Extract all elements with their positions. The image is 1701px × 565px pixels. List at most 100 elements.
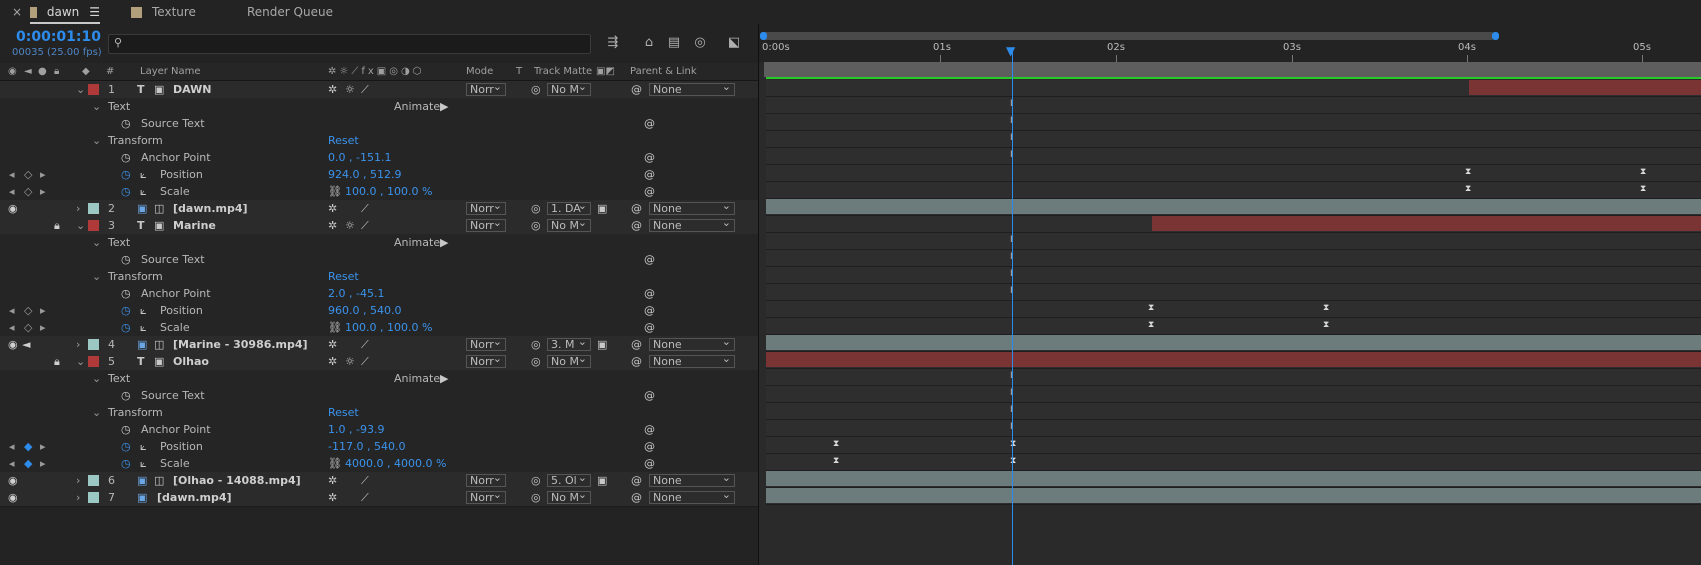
parent-dropdown[interactable]: None — [649, 353, 735, 368]
matte-source-icon[interactable]: ▣ — [597, 202, 607, 215]
property-value[interactable]: -117.0 , 540.0 — [328, 440, 405, 453]
property-row[interactable]: ◂ ◇ ▸ ◷ ⟀ Scale ⛓ 100.0 , 100.0 % @ — [0, 319, 758, 337]
mode-dropdown[interactable]: Norr — [466, 200, 506, 215]
visibility-toggle-icon[interactable]: ◉ — [8, 474, 18, 487]
stopwatch-icon[interactable]: ◷ — [121, 168, 131, 181]
layer-name[interactable]: [dawn.mp4] — [173, 202, 248, 215]
prev-keyframe-icon[interactable]: ◂ — [9, 185, 15, 198]
property-row[interactable]: ◂ ◇ ▸ ◷ ⟀ Scale ⛓ 100.0 , 100.0 % @ — [0, 183, 758, 201]
prev-keyframe-icon[interactable]: ◂ — [9, 457, 15, 470]
stopwatch-icon[interactable]: ◷ — [121, 117, 131, 130]
constrain-proportions-icon[interactable]: ⛓ — [328, 321, 342, 334]
quality-switch-icon[interactable]: ⟋ — [361, 355, 369, 369]
stopwatch-icon[interactable]: ◷ — [121, 440, 131, 453]
animate-label[interactable]: Animate: — [394, 236, 444, 249]
visibility-toggle-icon[interactable]: ◉ — [8, 491, 18, 504]
property-value[interactable]: 1.0 , -93.9 — [328, 423, 384, 436]
pick-whip-icon[interactable]: @ — [631, 83, 642, 96]
stopwatch-icon[interactable]: ◷ — [121, 253, 131, 266]
track-matte-dropdown[interactable]: 5. Ol — [547, 472, 591, 487]
label-color-swatch[interactable] — [88, 339, 99, 350]
add-keyframe-icon[interactable]: ◆ — [24, 457, 32, 470]
property-row[interactable]: ◂ ◆ ▸ ◷ ⟀ Scale ⛓ 4000.0 , 4000.0 % @ — [0, 455, 758, 473]
constrain-proportions-icon[interactable]: ⛓ — [328, 457, 342, 470]
graph-editor-icon[interactable]: ⬕ — [725, 34, 743, 52]
matte-source-icon[interactable]: ▣ — [597, 474, 607, 487]
next-keyframe-icon[interactable]: ▸ — [40, 168, 46, 181]
quality-switch-icon[interactable]: ⟋ — [361, 83, 369, 97]
flowchart-icon[interactable]: ⇶ — [604, 34, 622, 52]
keyframe-icon[interactable]: ⧗ — [833, 456, 839, 466]
pick-whip-icon[interactable]: @ — [631, 219, 642, 232]
property-value[interactable]: 924.0 , 512.9 — [328, 168, 401, 181]
layer-row[interactable]: ⌄ 1 T ▣ DAWN ✲ ☼ ⟋ Norr ◎ No M @ None — [0, 81, 758, 99]
constrain-proportions-icon[interactable]: ⛓ — [328, 185, 342, 198]
layer-duration-bar[interactable] — [766, 488, 1701, 503]
pick-whip-icon[interactable]: @ — [631, 491, 642, 504]
lock-icon[interactable]: 🔒︎ — [54, 355, 60, 369]
pick-whip-icon[interactable]: @ — [631, 338, 642, 351]
keyframe-icon[interactable]: ⧗ — [1323, 303, 1329, 313]
expression-pick-whip-icon[interactable]: @ — [644, 253, 655, 266]
stopwatch-icon[interactable]: ◷ — [121, 185, 131, 198]
stopwatch-icon[interactable]: ◷ — [121, 457, 131, 470]
next-keyframe-icon[interactable]: ▸ — [40, 304, 46, 317]
expand-chevron-icon[interactable]: › — [76, 202, 80, 215]
property-value[interactable]: 100.0 , 100.0 % — [345, 321, 432, 334]
matte-source-icon[interactable]: ▣ — [597, 338, 607, 351]
visibility-toggle-icon[interactable]: ◉ — [8, 338, 18, 351]
parent-dropdown[interactable]: None — [649, 217, 735, 232]
navigator-end-handle[interactable] — [1492, 32, 1499, 40]
property-row[interactable]: ⌄ Transform Reset — [0, 404, 758, 422]
keyframe-icon[interactable]: ⧗ — [1148, 303, 1154, 313]
property-value[interactable]: 0.0 , -151.1 — [328, 151, 391, 164]
search-input[interactable]: ⚲ — [108, 34, 591, 54]
label-color-swatch[interactable] — [88, 84, 99, 95]
layer-row[interactable]: ◉ › 2 ▣ ◫ [dawn.mp4] ✲ ⟋ Norr ◎ 1. DA ▣ @ None — [0, 200, 758, 218]
keyframe-icon[interactable]: ⧗ — [1640, 184, 1646, 194]
preserve-transparency-icon[interactable]: ◎ — [531, 355, 541, 368]
quality-switch-icon[interactable]: ⟋ — [361, 202, 369, 216]
expression-pick-whip-icon[interactable]: @ — [644, 457, 655, 470]
shy-switch-icon[interactable]: ✲ — [328, 83, 337, 96]
property-row[interactable]: ⌄ Transform Reset — [0, 268, 758, 286]
layer-row[interactable]: ◉ ◄ › 4 ▣ ◫ [Marine - 30986.mp4] ✲ ⟋ Norr ◎ 3. M ▣ @ N… — [0, 336, 758, 354]
layer-name[interactable]: DAWN — [173, 83, 212, 96]
collapse-chevron-icon[interactable]: ⌄ — [76, 219, 85, 232]
tab-render-queue[interactable]: Render Queue — [247, 0, 333, 24]
quality-switch-icon[interactable]: ⟋ — [361, 491, 369, 505]
animate-menu-icon[interactable]: ▶ — [440, 100, 448, 113]
parent-dropdown[interactable]: None — [649, 336, 735, 351]
mode-dropdown[interactable]: Norr — [466, 217, 506, 232]
stopwatch-icon[interactable]: ◷ — [121, 304, 131, 317]
reset-link[interactable]: Reset — [328, 270, 359, 283]
layer-name[interactable]: Olhao — [173, 355, 209, 368]
work-area-bar[interactable] — [764, 62, 1701, 77]
property-row[interactable]: ◂ ◇ ▸ ◷ ⟀ Position 924.0 , 512.9 @ — [0, 166, 758, 184]
label-color-swatch[interactable] — [88, 492, 99, 503]
lock-icon[interactable]: 🔒︎ — [54, 219, 60, 233]
label-color-swatch[interactable] — [88, 356, 99, 367]
expression-pick-whip-icon[interactable]: @ — [644, 440, 655, 453]
collapse-switch-icon[interactable]: ☼ — [345, 355, 355, 368]
add-keyframe-icon[interactable]: ◇ — [24, 304, 32, 317]
stopwatch-icon[interactable]: ◷ — [121, 321, 131, 334]
keyframe-icon[interactable]: ⧗ — [1640, 167, 1646, 177]
prev-keyframe-icon[interactable]: ◂ — [9, 440, 15, 453]
shy-switch-icon[interactable]: ✲ — [328, 338, 337, 351]
mode-dropdown[interactable]: Norr — [466, 489, 506, 504]
expression-pick-whip-icon[interactable]: @ — [644, 287, 655, 300]
layer-duration-bar[interactable] — [766, 199, 1701, 214]
add-keyframe-icon[interactable]: ◇ — [24, 168, 32, 181]
pick-whip-icon[interactable]: @ — [631, 355, 642, 368]
graph-icon[interactable]: ⟀ — [140, 457, 147, 471]
collapse-chevron-icon[interactable]: ⌄ — [92, 372, 101, 385]
reset-link[interactable]: Reset — [328, 134, 359, 147]
layer-duration-bar[interactable] — [1152, 216, 1701, 231]
track-matte-dropdown[interactable]: 1. DA — [547, 200, 591, 215]
property-row[interactable]: ⌄ Text Animate: ▶ — [0, 370, 758, 388]
layer-name[interactable]: [dawn.mp4] — [157, 491, 232, 504]
tab-dawn[interactable]: dawn ☰ — [30, 0, 100, 24]
navigator-start-handle[interactable] — [760, 32, 767, 40]
collapse-chevron-icon[interactable]: ⌄ — [76, 83, 85, 96]
